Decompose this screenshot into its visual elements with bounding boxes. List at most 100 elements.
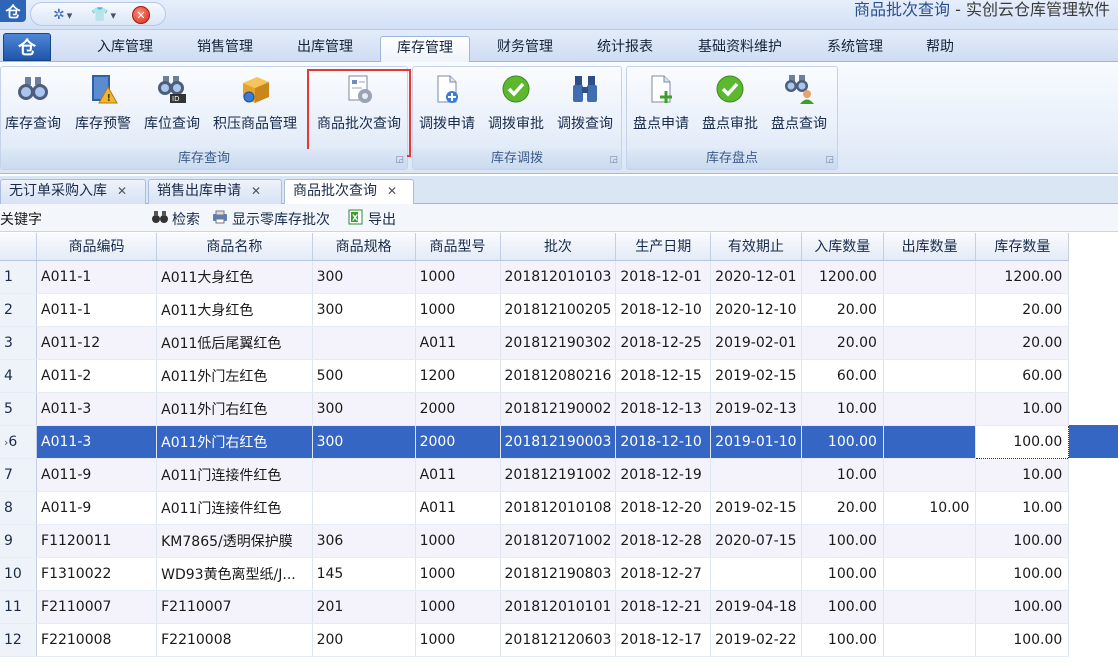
grid-cell[interactable]: 2018-12-19	[615, 458, 712, 492]
table-row[interactable]: 2 A011-1 A011大身红色 300 1000 201812100205 2018-1…	[0, 293, 1118, 327]
table-row[interactable]: 4 A011-2 A011外门左红色 500 1200 201812080216 2018-…	[0, 359, 1118, 393]
col-header-inbound-qty[interactable]: 入库数量	[801, 233, 884, 261]
dialog-launcher-icon[interactable]: ◲	[825, 155, 834, 165]
grid-cell[interactable]: 100.00	[801, 557, 884, 591]
grid-cell[interactable]: 100.00	[801, 623, 884, 657]
grid-cell[interactable]	[710, 458, 802, 492]
doc-tab-purchase-inbound[interactable]: 无订单采购入库 ✕	[0, 179, 146, 204]
grid-cell[interactable]	[883, 458, 977, 492]
grid-cell[interactable]: 201812120603	[500, 623, 617, 657]
col-header-code[interactable]: 商品编码	[36, 233, 158, 261]
grid-cell[interactable]: 10.00	[883, 491, 977, 525]
grid-cell[interactable]	[312, 458, 416, 492]
table-row[interactable]: 9 F1120011 KM7865/透明保护膜 306 1000 201812071002…	[0, 524, 1118, 558]
grid-cell[interactable]: 306	[312, 524, 416, 558]
search-button[interactable]: 检索	[152, 209, 200, 229]
grid-cell[interactable]: 20.00	[975, 293, 1070, 327]
grid-cell[interactable]: A011	[415, 458, 501, 492]
grid-cell[interactable]	[883, 359, 977, 393]
grid-cell[interactable]	[883, 590, 977, 624]
grid-cell[interactable]	[883, 425, 977, 459]
col-header-stock-qty[interactable]: 库存数量	[975, 233, 1070, 261]
grid-cell[interactable]: 1000	[415, 260, 501, 294]
table-row[interactable]: ›6 A011-3 A011外门右红色 300 2000 201812190003 2018…	[0, 424, 1118, 459]
grid-cell[interactable]: 20.00	[975, 326, 1070, 360]
grid-cell[interactable]: 20.00	[801, 293, 884, 327]
grid-cell[interactable]: 2019-02-15	[710, 359, 802, 393]
stocktake-approval-button[interactable]: 盘点审批	[702, 73, 758, 135]
grid-cell[interactable]	[312, 326, 416, 360]
grid-cell[interactable]: 2019-02-15	[710, 491, 802, 525]
grid-cell[interactable]	[883, 326, 977, 360]
skin-dropdown-button[interactable]: 👕 ▾	[91, 6, 116, 24]
grid-cell[interactable]: F1120011	[36, 524, 158, 558]
grid-cell[interactable]: 2019-02-22	[710, 623, 802, 657]
grid-cell[interactable]	[883, 524, 977, 558]
grid-cell[interactable]: KM7865/透明保护膜	[156, 524, 313, 558]
grid-cell[interactable]: 2018-12-27	[615, 557, 712, 591]
grid-cell[interactable]: A011门连接件红色	[156, 458, 313, 492]
grid-cell[interactable]: 1200.00	[801, 260, 884, 294]
grid-cell[interactable]: 100.00	[801, 425, 884, 459]
tab-inbound[interactable]: 入库管理	[84, 36, 166, 62]
grid-cell[interactable]: 2018-12-15	[615, 359, 712, 393]
row-index[interactable]: 7	[0, 458, 38, 492]
grid-cell[interactable]: A011大身红色	[156, 260, 313, 294]
grid-cell[interactable]	[883, 260, 977, 294]
grid-cell[interactable]: 100.00	[975, 524, 1070, 558]
grid-cell[interactable]: 10.00	[801, 458, 884, 492]
tab-sales[interactable]: 销售管理	[184, 36, 266, 62]
close-icon[interactable]: ✕	[251, 184, 261, 198]
grid-cell[interactable]: 500	[312, 359, 416, 393]
grid-cell[interactable]: 201812190803	[500, 557, 617, 591]
grid-cell[interactable]: 1000	[415, 557, 501, 591]
table-row[interactable]: 7 A011-9 A011门连接件红色 A011 201812191002 2018-12…	[0, 458, 1118, 492]
grid-cell[interactable]: 200	[312, 623, 416, 657]
grid-cell[interactable]: 2019-02-13	[710, 392, 802, 426]
col-header-production-date[interactable]: 生产日期	[615, 233, 712, 261]
grid-cell[interactable]: F2110007	[36, 590, 158, 624]
table-row[interactable]: 5 A011-3 A011外门右红色 300 2000 201812190002 2018-…	[0, 392, 1118, 426]
grid-cell[interactable]: 60.00	[975, 359, 1070, 393]
grid-cell[interactable]: A011-9	[36, 458, 158, 492]
grid-cell[interactable]	[883, 557, 977, 591]
dialog-launcher-icon[interactable]: ◲	[609, 155, 618, 165]
grid-cell[interactable]: 2000	[415, 425, 501, 459]
grid-cell[interactable]: 2018-12-13	[615, 392, 712, 426]
grid-cell[interactable]: 201812071002	[500, 524, 617, 558]
grid-cell[interactable]: A011大身红色	[156, 293, 313, 327]
row-index[interactable]: 9	[0, 524, 38, 558]
transfer-approval-button[interactable]: 调拨审批	[488, 73, 544, 135]
row-index[interactable]: 2	[0, 293, 38, 327]
grid-cell[interactable]: 201812190002	[500, 392, 617, 426]
grid-cell[interactable]: 100.00	[801, 524, 884, 558]
grid-cell[interactable]: 201812080216	[500, 359, 617, 393]
grid-cell[interactable]: 300	[312, 425, 416, 459]
grid-cell[interactable]: 2019-02-01	[710, 326, 802, 360]
grid-cell[interactable]: WD93黄色离型纸/J...	[156, 557, 313, 591]
grid-cell[interactable]: A011外门右红色	[156, 392, 313, 426]
table-row[interactable]: 11 F2110007 F2110007 201 1000 201812010101 201…	[0, 590, 1118, 624]
dialog-launcher-icon[interactable]: ◲	[395, 155, 404, 165]
tab-system[interactable]: 系统管理	[814, 36, 896, 62]
grid-cell[interactable]: 2020-07-15	[710, 524, 802, 558]
row-index[interactable]: 4	[0, 359, 38, 393]
col-header-spec[interactable]: 商品规格	[312, 233, 416, 261]
grid-cell[interactable]: 2018-12-28	[615, 524, 712, 558]
grid-cell[interactable]: 201	[312, 590, 416, 624]
tab-inventory[interactable]: 库存管理	[380, 36, 470, 62]
grid-cell[interactable]: A011	[415, 491, 501, 525]
grid-cell[interactable]: 20.00	[801, 326, 884, 360]
col-header-expiry-date[interactable]: 有效期止	[710, 233, 802, 261]
grid-cell[interactable]: 100.00	[801, 590, 884, 624]
transfer-request-button[interactable]: 调拨申请	[419, 73, 475, 135]
table-row[interactable]: 12 F2210008 F2210008 200 1000 201812120603 201…	[0, 623, 1118, 657]
grid-cell[interactable]: 201812191002	[500, 458, 617, 492]
col-header-outbound-qty[interactable]: 出库数量	[883, 233, 977, 261]
tab-help[interactable]: 帮助	[914, 36, 966, 62]
grid-cell[interactable]: 100.00	[975, 623, 1070, 657]
grid-cell[interactable]: 1200	[415, 359, 501, 393]
application-button[interactable]: 仓	[3, 33, 51, 61]
grid-cell[interactable]: 10.00	[975, 458, 1070, 492]
grid-cell[interactable]	[710, 557, 802, 591]
